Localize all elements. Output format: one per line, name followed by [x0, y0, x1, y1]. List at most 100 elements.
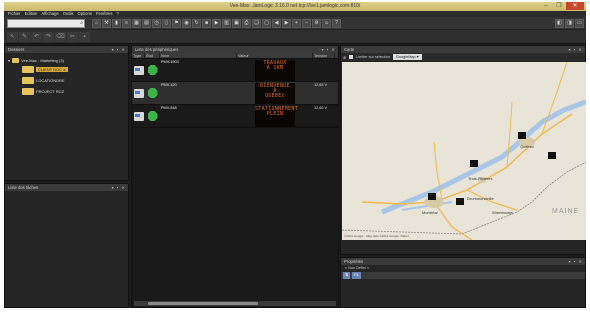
play-icon[interactable]: ▶: [212, 19, 221, 28]
panel-controls[interactable]: ▾ ▪ ✕: [322, 46, 336, 53]
map-view[interactable]: Québec Montréal Trois-Rivières Sherbrook…: [342, 62, 586, 240]
list-icon[interactable]: ≡: [122, 19, 131, 28]
column-type[interactable]: Type: [132, 53, 145, 58]
properties-panel: Propriétés ▾ ▪ ✕ « Non Défini » ⇅ F1: [340, 257, 586, 308]
title-bar: Vee-Max: JamLogic 3.16.0 net tcp://lve1.…: [4, 2, 586, 11]
close-button[interactable]: ✕: [566, 2, 584, 10]
home-icon[interactable]: ⌂: [92, 19, 101, 28]
column-tension[interactable]: Tension: [313, 53, 335, 58]
stop-icon[interactable]: ■: [202, 19, 211, 28]
tasks-panel-header: Liste des tâches ▾ ▪ ✕: [5, 184, 128, 191]
map-provider-select[interactable]: GoogleMap ▾: [392, 54, 422, 60]
wrench-icon[interactable]: ⚒: [102, 19, 111, 28]
search-input[interactable]: ⌕: [7, 19, 85, 28]
sign-name: PMV-548: [161, 106, 177, 110]
folder-icon: [12, 58, 20, 63]
sign-line: À 1KM: [266, 64, 284, 71]
column-nom[interactable]: Nom: [160, 53, 237, 58]
panel-left-icon[interactable]: ◧: [555, 19, 564, 28]
tree-item-label: CLIENT DOC a: [36, 67, 68, 72]
panel-controls[interactable]: ▾ ▪ ✕: [569, 258, 583, 265]
panel-controls[interactable]: ▾ ▪ ✕: [569, 46, 583, 53]
copy-icon[interactable]: ❏: [252, 19, 261, 28]
sign-truck-icon: [133, 88, 144, 98]
status-cell: [145, 59, 160, 81]
panel-controls[interactable]: ▾ ▪ ✕: [112, 184, 126, 191]
pencil-icon[interactable]: ✎: [19, 32, 30, 42]
zoom-out-icon[interactable]: −: [302, 19, 311, 28]
folders-panel-title: Dossiers: [8, 47, 25, 52]
cut-icon[interactable]: ✂: [67, 32, 78, 42]
redo-icon[interactable]: ↷: [43, 32, 54, 42]
properties-panel-header: Propriétés ▾ ▪ ✕: [341, 258, 585, 265]
eraser-icon[interactable]: ⌫: [55, 32, 66, 42]
tree-root[interactable]: ▾ Vee-Max - Marketing (3): [8, 56, 125, 65]
grid-icon[interactable]: ▦: [132, 19, 141, 28]
arrow-right-icon[interactable]: ▶: [282, 19, 291, 28]
folder-icon: [22, 88, 34, 95]
type-cell: [132, 59, 145, 81]
settings-icon[interactable]: ⚙: [312, 19, 321, 28]
folders-panel: Dossiers ▾ ▪ ✕ ▾ Vee-Max - Marketing (3)…: [4, 45, 129, 181]
window-icon[interactable]: ▭: [575, 19, 584, 28]
image-icon[interactable]: ▣: [232, 19, 241, 28]
layout-icon[interactable]: ▥: [222, 19, 231, 28]
scrollbar-thumb[interactable]: [148, 302, 258, 305]
paste-icon[interactable]: ▢: [262, 19, 271, 28]
toolbar-buttons: ⌂ ⚒ ▮ ≡ ▦ ▤ ◷ ▯ ⚑ ◉ ↻ ■ ▶ ▥ ▣ ⎙ ❏ ▢ ◀ ▶ …: [92, 19, 341, 28]
user-icon[interactable]: ☺: [322, 19, 331, 28]
map-toolbar: ⊕ Limiter sur sélection GoogleMap ▾: [341, 53, 585, 61]
signs-panel: Liste des périphériques ▾ ▪ ✕ Type État …: [131, 45, 339, 308]
arrow-left-icon[interactable]: ◀: [272, 19, 281, 28]
tree-item[interactable]: PROJECT RGZ: [8, 87, 125, 96]
undo-icon[interactable]: ↶: [31, 32, 42, 42]
horizontal-scrollbar[interactable]: [134, 301, 336, 306]
app-window: Vee-Max: JamLogic 3.16.0 net tcp://lve1.…: [4, 2, 586, 308]
column-valeur[interactable]: Valeur: [237, 53, 313, 58]
zoom-in-icon[interactable]: +: [292, 19, 301, 28]
limit-selection-checkbox[interactable]: [349, 55, 354, 59]
message-cell: STATIONNEMENT PLEIN: [237, 105, 313, 127]
tree-item-label: LOCATIONDRE: [36, 78, 65, 83]
expand-icon[interactable]: ▾: [8, 58, 10, 63]
folders-panel-header: Dossiers ▾ ▪ ✕: [5, 46, 128, 53]
toolbar-right-buttons: ◧ ◨ ▭: [555, 19, 584, 28]
type-cell: [132, 82, 145, 104]
sign-line: QUÉBEC: [265, 93, 285, 100]
properties-tab[interactable]: F1: [352, 272, 361, 279]
table-row[interactable]: PMV-1503 TRAVAUX À 1KM: [132, 59, 338, 82]
print-icon[interactable]: ⎙: [242, 19, 251, 28]
sign-display: TRAVAUX À 1KM: [255, 59, 295, 81]
sort-icon[interactable]: ⇅: [343, 272, 351, 279]
status-cell: [145, 105, 160, 127]
maximize-button[interactable]: ❐: [553, 2, 565, 10]
document-icon[interactable]: ▯: [162, 19, 171, 28]
pointer-icon[interactable]: ↖: [7, 32, 18, 42]
tree-item[interactable]: LOCATIONDRE: [8, 76, 125, 85]
calendar-icon[interactable]: ▤: [142, 19, 151, 28]
voltage-value: 12,65 V: [314, 83, 328, 87]
search-icon[interactable]: ⌕: [80, 20, 83, 27]
type-cell: [132, 105, 145, 127]
clock-icon[interactable]: ◷: [152, 19, 161, 28]
battery-icon[interactable]: ▮: [112, 19, 121, 28]
globe-icon[interactable]: ◉: [182, 19, 191, 28]
flag-icon[interactable]: ⚑: [172, 19, 181, 28]
map-zoom-icon[interactable]: ⊕: [343, 55, 346, 60]
tree-item[interactable]: CLIENT DOC a: [8, 65, 125, 74]
properties-tabs: ⇅ F1: [341, 272, 585, 279]
panel-right-icon[interactable]: ◨: [565, 19, 574, 28]
map-panel-title: Carte: [344, 47, 355, 52]
table-row[interactable]: PMV-120 BIENVENUE À QUÉBEC 12,65 V: [132, 82, 338, 105]
properties-panel-title: Propriétés: [344, 259, 364, 264]
panel-controls[interactable]: ▾ ▪ ✕: [112, 46, 126, 53]
column-etat[interactable]: État: [145, 53, 160, 58]
table-row[interactable]: PMV-548 STATIONNEMENT PLEIN 12,65 V: [132, 105, 338, 128]
minimize-button[interactable]: ‒: [540, 2, 552, 10]
message-cell: BIENVENUE À QUÉBEC: [237, 82, 313, 104]
refresh-icon[interactable]: ↻: [192, 19, 201, 28]
save-icon[interactable]: ▪: [79, 32, 90, 42]
help-icon[interactable]: ?: [332, 19, 341, 28]
voltage-value: 12,65 V: [314, 106, 328, 110]
map-label-drummondville: Drummondville: [467, 196, 494, 201]
